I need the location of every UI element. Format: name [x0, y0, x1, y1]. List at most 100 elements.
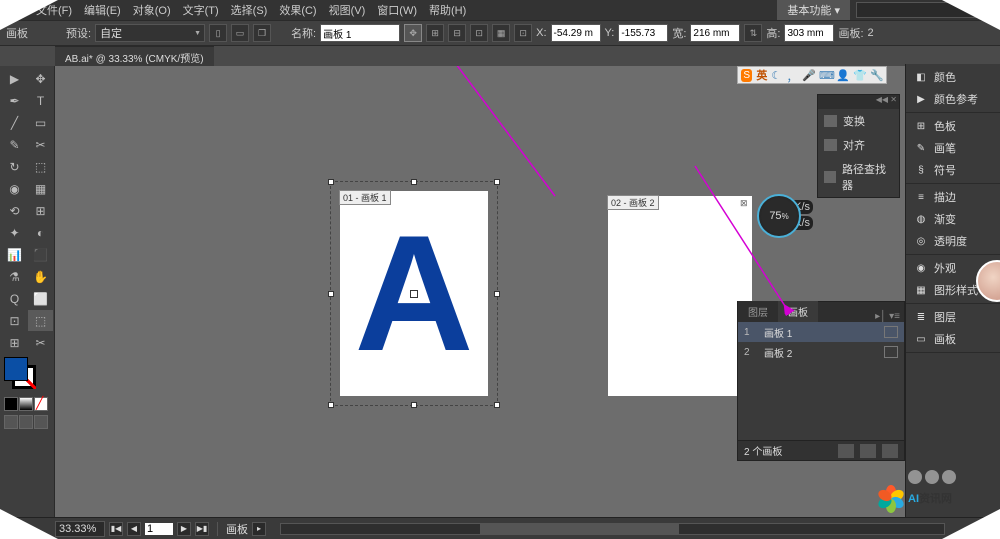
handle-mr[interactable] [494, 291, 500, 297]
next-artboard-button[interactable]: ▶ [177, 522, 191, 536]
tool-12[interactable]: ⟲ [2, 200, 27, 221]
tool-22[interactable]: ⊡ [2, 310, 27, 331]
dock-透明度[interactable]: ◎透明度 [906, 230, 1000, 252]
y-input[interactable]: -155.73 [618, 24, 668, 42]
rearrange-button[interactable] [838, 444, 854, 458]
x-input[interactable]: -54.29 m [551, 24, 601, 42]
tool-18[interactable]: ⚗ [2, 266, 27, 287]
tool-3[interactable]: T [28, 90, 53, 111]
tool-10[interactable]: ◉ [2, 178, 27, 199]
tool-21[interactable]: ⬜ [28, 288, 53, 309]
new-artboard-button-2[interactable] [860, 444, 876, 458]
tool-9[interactable]: ⬚ [28, 156, 53, 177]
popup1-对齐[interactable]: 对齐 [818, 133, 899, 157]
dock-描边[interactable]: ≡描边 [906, 186, 1000, 208]
last-artboard-button[interactable]: ▶▮ [195, 522, 209, 536]
menu-视图(V)[interactable]: 视图(V) [323, 0, 372, 20]
tool-1[interactable]: ✥ [28, 68, 53, 89]
menu-窗口(W)[interactable]: 窗口(W) [371, 0, 423, 20]
artboard-2-close-icon[interactable]: ⊠ [740, 198, 750, 208]
layers-tab[interactable]: 图层 [738, 301, 778, 322]
align-icon-4[interactable]: ▦ [492, 24, 510, 42]
selection-marquee[interactable] [330, 181, 498, 406]
dock-颜色参考[interactable]: ▶颜色参考 [906, 88, 1000, 110]
ime-mic-icon[interactable]: 🎤 [802, 69, 815, 82]
menu-选择(S)[interactable]: 选择(S) [225, 0, 274, 20]
tool-15[interactable]: ◐ [28, 222, 53, 243]
menu-效果(C)[interactable]: 效果(C) [273, 0, 322, 20]
align-icon-1[interactable]: ⊞ [426, 24, 444, 42]
move-copy-artboard-button[interactable]: ✥ [404, 24, 422, 42]
tool-24[interactable]: ⊞ [2, 332, 27, 353]
artboards-panel[interactable]: 图层 画板 ▸│ ▾≡ 1画板 12画板 2 2 个画板 [737, 301, 905, 461]
tool-2[interactable]: ✒ [2, 90, 27, 111]
panel-menu-icon[interactable]: ▸│ ▾≡ [818, 311, 904, 322]
delete-artboard-button[interactable] [882, 444, 898, 458]
screen-mode-swatches[interactable] [0, 413, 54, 431]
fill-stroke-swatch[interactable] [0, 355, 54, 395]
artboard-2[interactable]: 02 - 画板 2 ⊠ [608, 196, 752, 396]
dock-画板[interactable]: ▭画板 [906, 328, 1000, 350]
canvas-area[interactable]: S 英 ☾ ， 🎤 ⌨ 👤 👕 🔧 01 - 画板 1 A 02 - 画板 2 … [55, 66, 905, 517]
popup1-变换[interactable]: 变换 [818, 109, 899, 133]
tool-13[interactable]: ⊞ [28, 200, 53, 221]
horizontal-scrollbar[interactable] [280, 523, 945, 535]
first-artboard-button[interactable]: ▮◀ [109, 522, 123, 536]
w-input[interactable]: 216 mm [690, 24, 740, 42]
ime-moon-icon[interactable]: ☾ [771, 69, 782, 82]
tool-7[interactable]: ✂ [28, 134, 53, 155]
menu-编辑(E)[interactable]: 编辑(E) [78, 0, 127, 20]
ime-comma-icon[interactable]: ， [787, 69, 798, 82]
handle-br[interactable] [494, 402, 500, 408]
status-dropdown-icon[interactable]: ▸ [252, 522, 266, 536]
center-point[interactable] [410, 290, 418, 298]
artboards-tab[interactable]: 画板 [778, 301, 818, 322]
dock-渐变[interactable]: ◍渐变 [906, 208, 1000, 230]
tool-23[interactable]: ⬚ [28, 310, 53, 331]
handle-bm[interactable] [411, 402, 417, 408]
menu-文字(T)[interactable]: 文字(T) [177, 0, 225, 20]
new-artboard-button[interactable]: ❐ [253, 24, 271, 42]
preset-dropdown[interactable]: 自定 [95, 24, 205, 42]
dock-颜色[interactable]: ◧颜色 [906, 66, 1000, 88]
artboard-name-input[interactable]: 画板 1 [320, 24, 400, 42]
tool-16[interactable]: 📊 [2, 244, 27, 265]
orientation-portrait-button[interactable]: ▯ [209, 24, 227, 42]
tool-4[interactable]: ╱ [2, 112, 27, 133]
draw-mode-swatches[interactable]: ╱ [0, 395, 54, 413]
reference-point-icon[interactable]: ⊡ [514, 24, 532, 42]
h-input[interactable]: 303 mm [784, 24, 834, 42]
artboard-nav-input[interactable]: 1 [145, 523, 173, 535]
handle-ml[interactable] [328, 291, 334, 297]
network-speed-dial[interactable]: 75% [757, 194, 801, 238]
artboard-row-2[interactable]: 2画板 2 [738, 342, 904, 362]
tool-11[interactable]: ▦ [28, 178, 53, 199]
tool-6[interactable]: ✎ [2, 134, 27, 155]
ime-toolbar[interactable]: S 英 ☾ ， 🎤 ⌨ 👤 👕 🔧 [737, 66, 887, 84]
link-wh-icon[interactable]: ⇅ [744, 24, 762, 42]
menu-帮助(H)[interactable]: 帮助(H) [423, 0, 472, 20]
tool-17[interactable]: ⬛ [28, 244, 53, 265]
handle-tr[interactable] [494, 179, 500, 185]
handle-bl[interactable] [328, 402, 334, 408]
popup1-路径查找器[interactable]: 路径查找器 [818, 157, 899, 197]
tool-20[interactable]: Q [2, 288, 27, 309]
tool-8[interactable]: ↻ [2, 156, 27, 177]
align-icon-3[interactable]: ⊡ [470, 24, 488, 42]
tool-25[interactable]: ✂ [28, 332, 53, 353]
zoom-input[interactable]: 33.33% [55, 521, 105, 537]
tool-19[interactable]: ✋ [28, 266, 53, 287]
fill-swatch[interactable] [4, 357, 28, 381]
handle-tl[interactable] [328, 179, 334, 185]
prev-artboard-button[interactable]: ◀ [127, 522, 141, 536]
orientation-landscape-button[interactable]: ▭ [231, 24, 249, 42]
handle-tm[interactable] [411, 179, 417, 185]
dock-图层[interactable]: ≣图层 [906, 306, 1000, 328]
document-tab[interactable]: AB.ai* @ 33.33% (CMYK/预览) [55, 46, 214, 66]
tool-14[interactable]: ✦ [2, 222, 27, 243]
menu-对象(O)[interactable]: 对象(O) [127, 0, 177, 20]
workspace-dropdown[interactable]: 基本功能 ▾ [777, 0, 850, 20]
tool-5[interactable]: ▭ [28, 112, 53, 133]
ime-user-icon[interactable]: 👤 [836, 69, 849, 82]
transform-panel-popup[interactable]: ◀◀ ✕ 变换对齐路径查找器 [817, 94, 900, 198]
